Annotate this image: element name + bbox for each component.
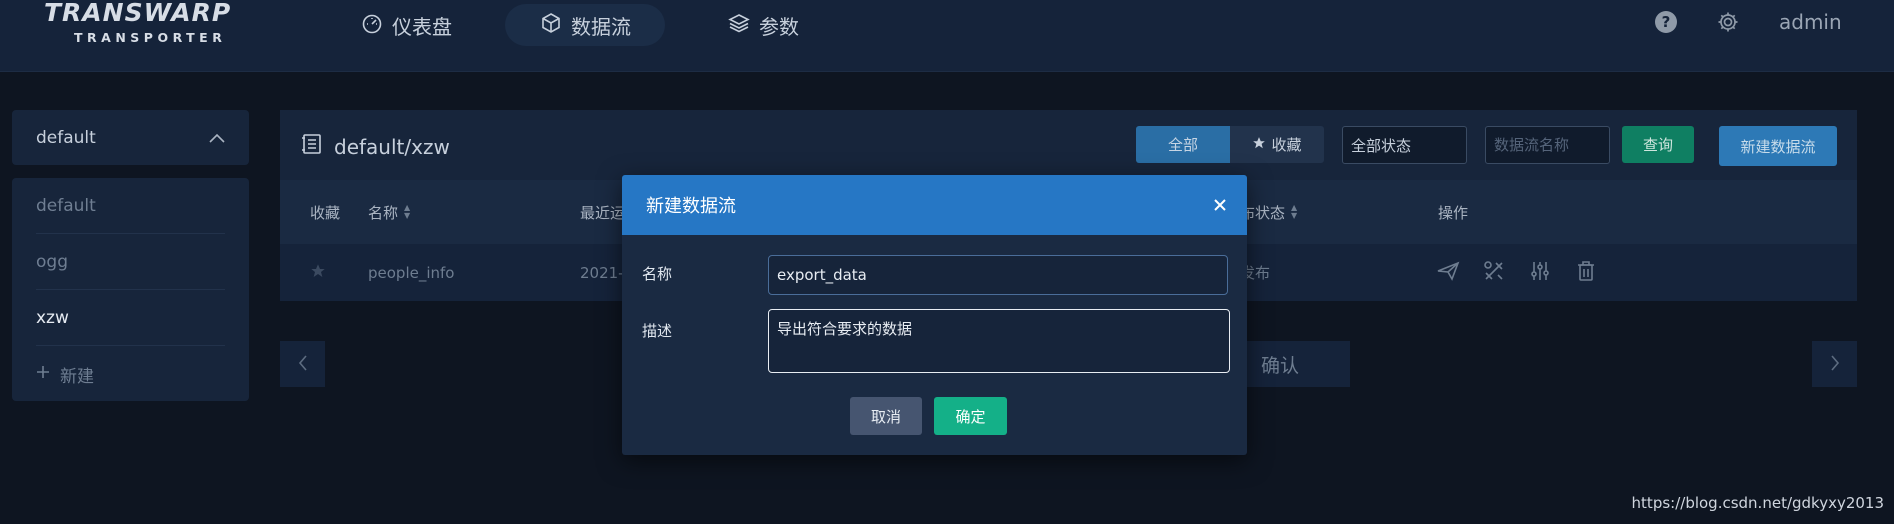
transwarp-logo[interactable]: TRANSWARP TRANSPORTER — [44, 0, 264, 50]
cancel-button[interactable]: 取消 — [850, 397, 922, 435]
workspace-item-label: default — [36, 195, 96, 216]
row-actions — [1436, 244, 1598, 301]
name-field[interactable] — [768, 255, 1228, 295]
tenant-select-value: default — [36, 127, 96, 148]
favorite-star-cell — [310, 244, 326, 301]
column-recent-label: 最近运 — [580, 203, 626, 222]
add-workspace-button[interactable]: 新建 — [36, 346, 225, 402]
sort-icon[interactable]: ▲ ▼ — [404, 204, 410, 220]
page-title: default/xzw — [300, 132, 450, 161]
pager-prev-button[interactable] — [280, 341, 325, 387]
chevron-right-icon — [1830, 352, 1840, 376]
star-icon — [1252, 136, 1266, 154]
edit-tools-icon[interactable] — [1482, 259, 1506, 287]
sort-icon[interactable]: ▲ ▼ — [1291, 204, 1297, 220]
nav-dashboard-label: 仪表盘 — [392, 14, 452, 39]
chevron-left-icon — [298, 352, 308, 376]
status-select[interactable]: 全部状态 — [1342, 126, 1467, 164]
new-dataflow-button[interactable]: 新建数据流 — [1719, 126, 1837, 166]
nav-dashboard[interactable]: 仪表盘 — [360, 4, 452, 46]
column-favorite: 收藏 — [310, 180, 340, 244]
workspace-item-xzw[interactable]: xzw — [36, 290, 225, 346]
description-label: 描述 — [642, 322, 673, 340]
name-label: 名称 — [642, 265, 673, 283]
logo-wordmark: TRANSWARP — [44, 0, 232, 27]
column-name[interactable]: 名称 ▲ ▼ — [368, 180, 410, 244]
filter-favorite-label: 收藏 — [1271, 136, 1302, 154]
workspace-item-label: xzw — [36, 307, 69, 328]
user-menu[interactable]: admin — [1779, 10, 1842, 34]
workspace-item-ogg[interactable]: ogg — [36, 234, 225, 290]
list-icon — [300, 132, 324, 161]
column-favorite-label: 收藏 — [310, 203, 341, 222]
column-publish-status[interactable]: 布状态 ▲ ▼ — [1240, 180, 1297, 244]
nav-parameters-label: 参数 — [759, 14, 799, 39]
send-icon[interactable] — [1436, 259, 1460, 287]
close-icon[interactable] — [1213, 193, 1227, 218]
status-select-value: 全部状态 — [1351, 136, 1412, 155]
filter-segment: 全部 收藏 — [1136, 126, 1324, 163]
filter-favorite-button[interactable]: 收藏 — [1230, 126, 1324, 163]
description-field[interactable]: 导出符合要求的数据 — [768, 309, 1230, 373]
top-navigation-bar: TRANSWARP TRANSPORTER 仪表盘 数据流 参数 ? admin — [0, 0, 1894, 72]
pager-next-button[interactable] — [1812, 341, 1857, 387]
add-workspace-label: 新建 — [60, 366, 94, 387]
background-confirm-label: 确认 — [1260, 354, 1299, 377]
workspace-item-label: ogg — [36, 251, 68, 272]
filter-all-button[interactable]: 全部 — [1136, 126, 1230, 163]
dataflow-toolbar: default/xzw 全部 收藏 全部状态 查询 新建数据流 — [280, 110, 1857, 180]
gear-icon[interactable] — [1716, 10, 1740, 34]
row-name-text: people_info — [368, 263, 455, 282]
workspace-list: default ogg xzw 新建 — [12, 178, 249, 401]
help-icon[interactable]: ? — [1654, 10, 1678, 34]
search-input[interactable] — [1485, 126, 1610, 164]
dialog-title: 新建数据流 — [646, 196, 736, 217]
dialog-header: 新建数据流 — [622, 175, 1247, 235]
column-name-label: 名称 — [368, 203, 399, 222]
logo-subtitle: TRANSPORTER — [74, 30, 227, 45]
query-button[interactable]: 查询 — [1622, 126, 1694, 163]
sliders-icon[interactable] — [1528, 259, 1552, 287]
chevron-up-icon — [209, 128, 225, 148]
layers-icon — [727, 11, 751, 40]
tenant-select[interactable]: default — [12, 110, 249, 165]
watermark: https://blog.csdn.net/gdkyxy2013 — [1631, 494, 1884, 512]
workspace-item-default[interactable]: default — [36, 178, 225, 234]
nav-parameters[interactable]: 参数 — [727, 4, 799, 46]
trash-icon[interactable] — [1574, 259, 1598, 287]
cube-icon — [539, 11, 563, 40]
filter-all-label: 全部 — [1167, 136, 1198, 154]
nav-dataflow-label: 数据流 — [571, 14, 631, 39]
star-icon[interactable] — [310, 263, 326, 283]
svg-text:?: ? — [1662, 13, 1671, 31]
confirm-button[interactable]: 确定 — [934, 397, 1007, 435]
plus-icon — [36, 364, 50, 384]
page-title-text: default/xzw — [334, 134, 450, 159]
dashboard-icon — [360, 11, 384, 40]
column-recent: 最近运 — [580, 180, 625, 244]
column-actions-label: 操作 — [1438, 203, 1469, 222]
row-name[interactable]: people_info — [368, 244, 454, 301]
column-actions: 操作 — [1438, 180, 1468, 244]
nav-dataflow[interactable]: 数据流 — [505, 4, 665, 46]
new-dataflow-dialog: 新建数据流 名称 描述 导出符合要求的数据 取消 确定 — [622, 175, 1247, 455]
